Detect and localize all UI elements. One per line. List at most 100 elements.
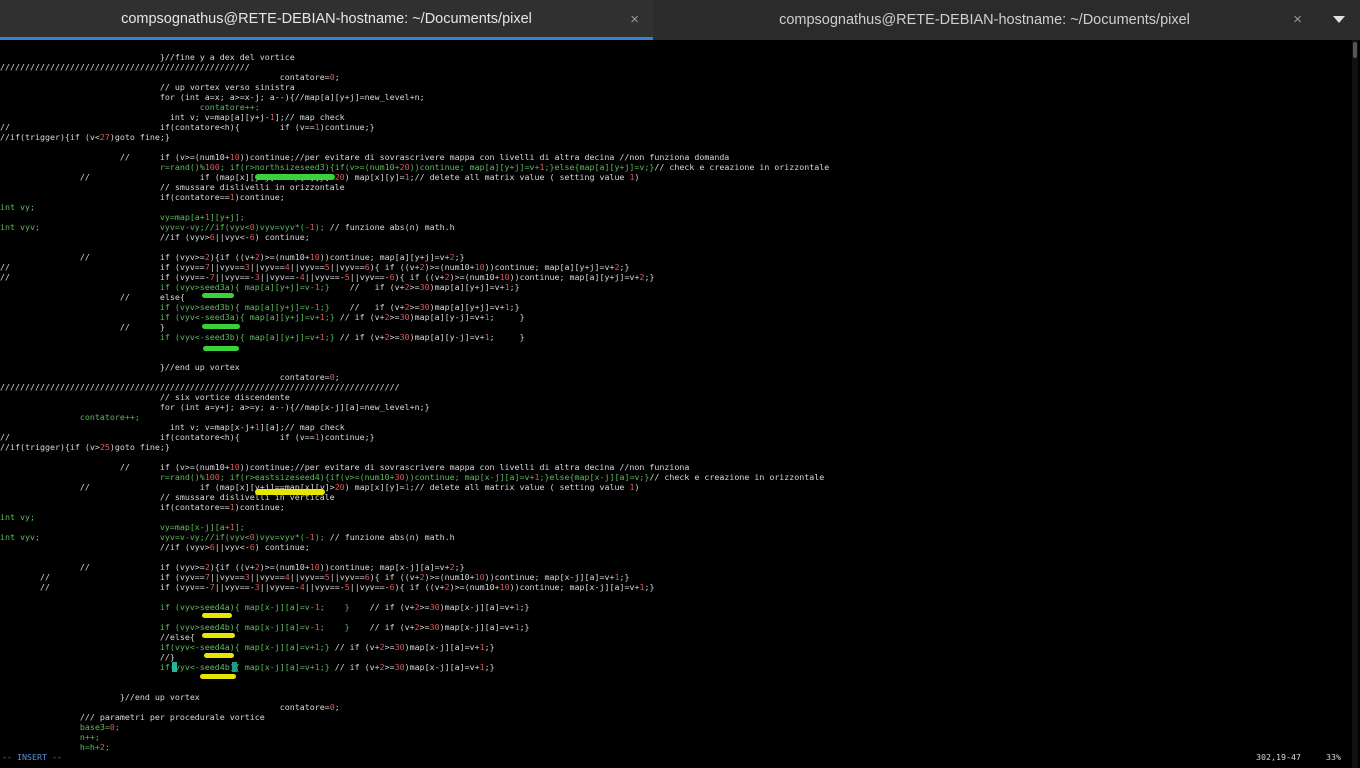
code-token: h=h+ xyxy=(0,742,100,752)
code-token: ;} xyxy=(319,662,330,672)
code-line[interactable]: int v; v=map[x-j+1][a];// map check xyxy=(0,422,345,432)
code-token: ; xyxy=(334,702,340,712)
highlight-mark xyxy=(255,489,325,495)
code-line[interactable]: // if(contatore<h){ if (v==1)continue;} xyxy=(0,432,375,442)
code-line[interactable]: h=h+2; xyxy=(0,742,110,752)
code-line[interactable]: if (vyv<-seed3a){ map[a][y+j]=v+1;} // i… xyxy=(0,312,525,322)
code-line[interactable]: vy=map[x-j][a+1]; xyxy=(0,522,245,532)
code-line[interactable]: // if (vyv==7||vyv==3||vyv==4||vyv==5||v… xyxy=(0,572,630,582)
code-token: )>=(num10+ xyxy=(259,252,310,262)
code-token: if(contatore== xyxy=(0,502,230,512)
code-line[interactable]: // } xyxy=(0,322,165,332)
code-line[interactable]: vy=map[a+1][y+j]; xyxy=(0,212,245,222)
code-line[interactable]: ////////////////////////////////////////… xyxy=(0,62,250,72)
code-line[interactable]: int vyv; vyv=v-vy;//if(vyv<0)vyv=vyv*(-1… xyxy=(0,222,455,232)
code-line[interactable]: // six vortice discendente xyxy=(0,392,290,402)
code-line[interactable]: int vyv; vyv=v-vy;//if(vyv<0)vyv=vyv*(-1… xyxy=(0,532,455,542)
scrollbar[interactable] xyxy=(1352,40,1358,768)
code-line[interactable]: // up vortex verso sinistra xyxy=(0,82,295,92)
code-line[interactable]: }//fine y a dex del vortice xyxy=(0,52,295,62)
code-line[interactable]: // if (vyv==-7||vyv==-3||vyv==-4||vyv==-… xyxy=(0,272,654,282)
terminal-editor[interactable]: h=h+2; n++; base3=0; /// parametri per p… xyxy=(0,40,1348,768)
code-line[interactable]: contatore=0; xyxy=(0,372,340,382)
code-token: ||vyv== xyxy=(249,262,285,272)
code-line[interactable]: if (vyv>seed3a){ map[a][y+j]=v-1;} // if… xyxy=(0,282,520,292)
tab-terminal-1[interactable]: compsognathus@RETE-DEBIAN-hostname: ~/Do… xyxy=(0,0,653,40)
code-token: ){ if ((v+ xyxy=(394,272,445,282)
code-token: ))continue; map[x-j][a]=v+ xyxy=(509,582,640,592)
code-token: if (vyv>seed4a){ map[x-j][a]=v- xyxy=(0,602,315,612)
code-line[interactable]: if (vyv>seed4b){ map[x-j][a]=v-1; } // i… xyxy=(0,622,530,632)
tab-title: compsognathus@RETE-DEBIAN-hostname: ~/Do… xyxy=(779,12,1190,28)
close-icon[interactable]: × xyxy=(1293,11,1302,28)
code-line[interactable]: // smussare dislivelli in orizzontale xyxy=(0,182,345,192)
code-line[interactable]: contatore++; xyxy=(0,412,140,422)
code-token: // if (v+ xyxy=(329,302,405,312)
code-line[interactable]: if(vyv<-seed4b){ map[x-j][a]=v+1;} // if… xyxy=(0,662,495,672)
code-line[interactable]: }//end up vortex xyxy=(0,362,240,372)
code-line[interactable]: for (int a=x; a>=x-j; a--){//map[a][y+j]… xyxy=(0,92,425,102)
code-token: )goto fine;} xyxy=(109,442,170,452)
code-line[interactable]: contatore=0; xyxy=(0,72,340,82)
code-line[interactable]: int v; v=map[a][y+j-1];// map check xyxy=(0,112,345,122)
code-line[interactable]: // if (vyv==7||vyv==3||vyv==4||vyv==5||v… xyxy=(0,262,629,272)
chevron-down-icon[interactable] xyxy=(1333,16,1345,23)
code-line[interactable]: if (vyv<-seed3b){ map[a][y+j]=v+1;} // i… xyxy=(0,332,525,342)
code-line[interactable]: //} xyxy=(0,652,175,662)
code-token: ) map[x][y]= xyxy=(344,172,405,182)
code-line[interactable]: if (vyv>seed4a){ map[x-j][a]=v-1; } // i… xyxy=(0,602,530,612)
code-token: int vyv; vyv=v-vy;//if(vyv< xyxy=(0,532,250,542)
code-line[interactable]: r=rand()%100; if(r>eastsizeseed4){if(v>=… xyxy=(0,472,824,482)
code-token: 25 xyxy=(99,442,110,452)
code-line[interactable]: }//end up vortex xyxy=(0,692,200,702)
code-line[interactable]: if(contatore==1)continue; xyxy=(0,192,285,202)
code-token: // check e creazione in orizzontale xyxy=(649,472,825,482)
code-line[interactable]: contatore++; xyxy=(0,102,260,112)
code-token: ){if ((v+ xyxy=(209,562,255,572)
code-line[interactable]: base3=0; xyxy=(0,722,120,732)
scrollbar-thumb[interactable] xyxy=(1353,42,1357,58)
code-line[interactable]: //if (vyv>6||vyv<-6) continue; xyxy=(0,232,310,242)
code-token: // else{ xyxy=(0,292,185,302)
code-token: ;} xyxy=(644,582,655,592)
code-token: // smussare dislivelli in orizzontale xyxy=(0,182,345,192)
code-token: int vy; xyxy=(0,202,35,212)
code-line[interactable]: ////////////////////////////////////////… xyxy=(0,382,400,392)
code-line[interactable]: int vy; xyxy=(0,512,35,522)
code-token: ){ if ((v+ xyxy=(394,582,445,592)
code-line[interactable]: // if (v>=(num10+10))continue;//per evit… xyxy=(0,462,689,472)
code-line[interactable]: //if (vyv>6||vyv<-6) continue; xyxy=(0,542,310,552)
code-token: )map[a][y-j]=v+ xyxy=(409,312,485,322)
code-line[interactable]: // if(contatore<h){ if (v==1)continue;} xyxy=(0,122,375,132)
code-token: ||vyv==- xyxy=(214,272,255,282)
code-line[interactable]: //else{ xyxy=(0,632,195,642)
code-token: //} xyxy=(0,652,175,662)
code-line[interactable]: //if(trigger){if (v>25)goto fine;} xyxy=(0,442,170,452)
code-line[interactable]: //if(trigger){if (v<27)goto fine;} xyxy=(0,132,170,142)
code-token: 20 xyxy=(334,172,345,182)
code-line[interactable]: if (vyv>seed3b){ map[a][y+j]=v-1;} // if… xyxy=(0,302,520,312)
code-token: ||vyv== xyxy=(209,262,245,272)
code-line[interactable]: n++; xyxy=(0,732,100,742)
code-token: int v; v=map[a][y+j- xyxy=(0,112,270,122)
code-line[interactable]: // else{ xyxy=(0,292,185,302)
code-token: // if (v>=(num10+ xyxy=(0,152,230,162)
code-line[interactable]: /// parametri per procedurale vortice xyxy=(0,712,265,722)
code-line[interactable]: for (int a=y+j; a>=y; a--){//map[x-j][a]… xyxy=(0,402,430,412)
code-token: 10 xyxy=(499,582,510,592)
tab-terminal-2[interactable]: compsognathus@RETE-DEBIAN-hostname: ~/Do… xyxy=(653,0,1316,40)
code-line[interactable]: // if (vyv>=2){if ((v+2)>=(num10+10))con… xyxy=(0,562,465,572)
code-line[interactable]: // if (vyv==-7||vyv==-3||vyv==-4||vyv==-… xyxy=(0,582,655,592)
code-token: ||vyv== xyxy=(209,572,245,582)
code-token: ))continue;//per evitare di sovrascriver… xyxy=(239,462,690,472)
code-line[interactable]: if(vyv<-seed4a){ map[x-j][a]=v+1;} // if… xyxy=(0,642,495,652)
code-line[interactable]: // if (vyv>=2){if ((v+2)>=(num10+10))con… xyxy=(0,252,465,262)
code-token: ; if(r>eastsizeseed4){if(v>=(num10+ xyxy=(219,472,395,482)
code-line[interactable]: contatore=0; xyxy=(0,702,340,712)
code-line[interactable]: int vy; xyxy=(0,202,35,212)
code-line[interactable]: // if (v>=(num10+10))continue;//per evit… xyxy=(0,152,729,162)
close-icon[interactable]: × xyxy=(630,11,639,28)
code-line[interactable]: if(contatore==1)continue; xyxy=(0,502,285,512)
highlight-mark xyxy=(202,293,234,298)
code-line[interactable]: r=rand()%100; if(r>northsizeseed3){if(v>… xyxy=(0,162,829,172)
